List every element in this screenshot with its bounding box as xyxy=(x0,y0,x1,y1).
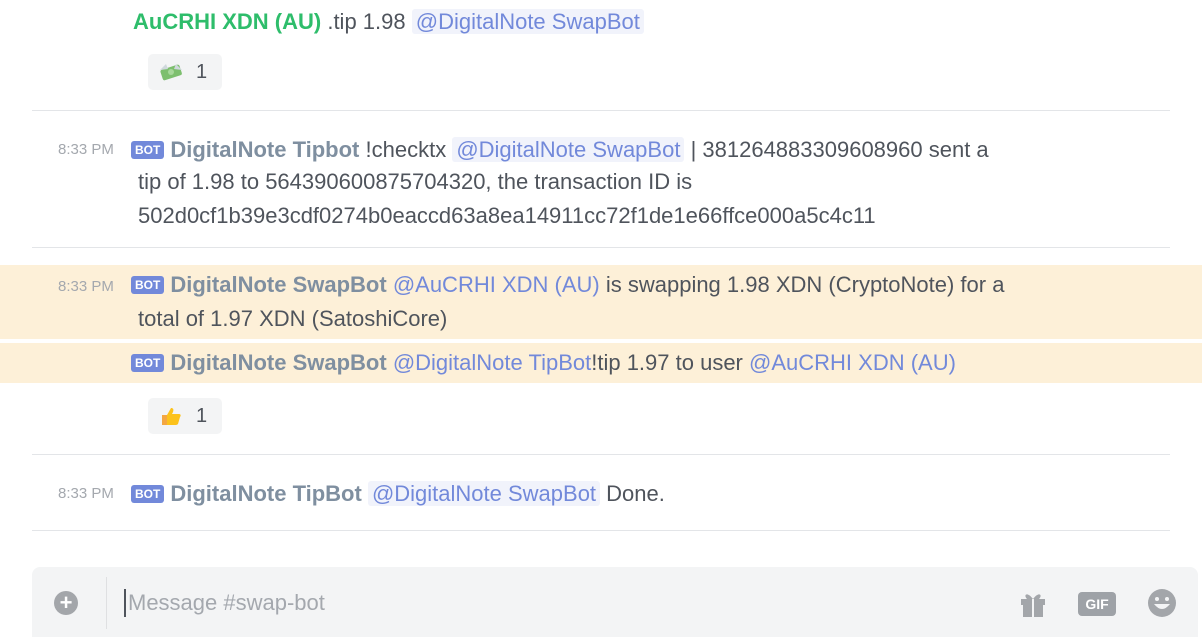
message-author[interactable]: DigitalNote SwapBot xyxy=(170,350,386,375)
message-author[interactable]: DigitalNote Tipbot xyxy=(170,137,359,162)
smile-icon[interactable] xyxy=(1146,587,1178,619)
message-divider xyxy=(32,247,1170,248)
message-content: !tip 1.97 to user xyxy=(591,350,743,375)
user-mention[interactable]: @DigitalNote SwapBot xyxy=(367,481,601,506)
user-mention[interactable]: @DigitalNote SwapBot xyxy=(452,137,685,162)
reaction-thumbs-up[interactable]: 1 xyxy=(148,398,222,434)
reaction-money-with-wings[interactable]: 1 xyxy=(148,54,222,90)
message-content: Done. xyxy=(606,481,665,506)
user-mention[interactable]: @DigitalNote SwapBot xyxy=(411,9,644,34)
bot-badge: BOT xyxy=(131,141,165,159)
message-author[interactable]: AuCRHI XDN (AU) xyxy=(133,9,321,34)
reaction-count: 1 xyxy=(196,60,208,83)
reaction-count: 1 xyxy=(196,404,208,427)
message-author[interactable]: DigitalNote SwapBot xyxy=(170,272,386,297)
message-content: !checktx xyxy=(365,137,447,162)
message-timestamp: 8:33 PM xyxy=(58,141,114,158)
message-input[interactable] xyxy=(128,583,988,623)
plus-icon[interactable]: + xyxy=(54,591,78,615)
user-mention[interactable]: @AuCRHI XDN (AU) xyxy=(393,272,600,297)
message-timestamp: 8:33 PM xyxy=(58,278,114,295)
bot-badge: BOT xyxy=(131,276,165,294)
bot-badge: BOT xyxy=(131,485,165,503)
message-divider xyxy=(32,454,1170,455)
message-3: 8:33 PM BOT DigitalNote SwapBot @AuCRHI X… xyxy=(0,265,1202,339)
text-caret xyxy=(124,589,126,617)
message-divider xyxy=(32,530,1170,531)
gif-icon[interactable]: GIF xyxy=(1078,592,1116,616)
message-content: .tip 1.98 xyxy=(327,9,406,34)
chat-messages: AuCRHI XDN (AU) .tip 1.98 @DigitalNote S… xyxy=(0,0,1202,637)
message-3-followup: BOT DigitalNote SwapBot @DigitalNote TipB… xyxy=(0,343,1202,383)
message-author[interactable]: DigitalNote TipBot xyxy=(170,481,361,506)
message-content: total of 1.97 XDN (SatoshiCore) xyxy=(138,306,448,331)
gift-icon[interactable] xyxy=(1017,587,1049,619)
user-mention[interactable]: @AuCRHI XDN (AU) xyxy=(749,350,956,375)
message-composer: + GIF xyxy=(32,567,1198,637)
thumbs-up-icon xyxy=(162,408,181,425)
bot-badge: BOT xyxy=(131,354,165,372)
message-timestamp: 8:33 PM xyxy=(58,485,114,502)
message-divider xyxy=(32,110,1170,111)
composer-divider xyxy=(106,577,107,629)
message-content: is swapping 1.98 XDN (CryptoNote) for a xyxy=(605,272,1005,297)
message-content: tip of 1.98 to 564390600875704320, the t… xyxy=(138,169,693,194)
message-content: | 381264883309608960 sent a xyxy=(690,137,989,162)
transaction-id: 502d0cf1b39e3cdf0274b0eaccd63a8ea14911cc… xyxy=(138,203,876,228)
money-with-wings-icon xyxy=(160,64,182,81)
user-mention[interactable]: @DigitalNote TipBot xyxy=(393,350,591,375)
